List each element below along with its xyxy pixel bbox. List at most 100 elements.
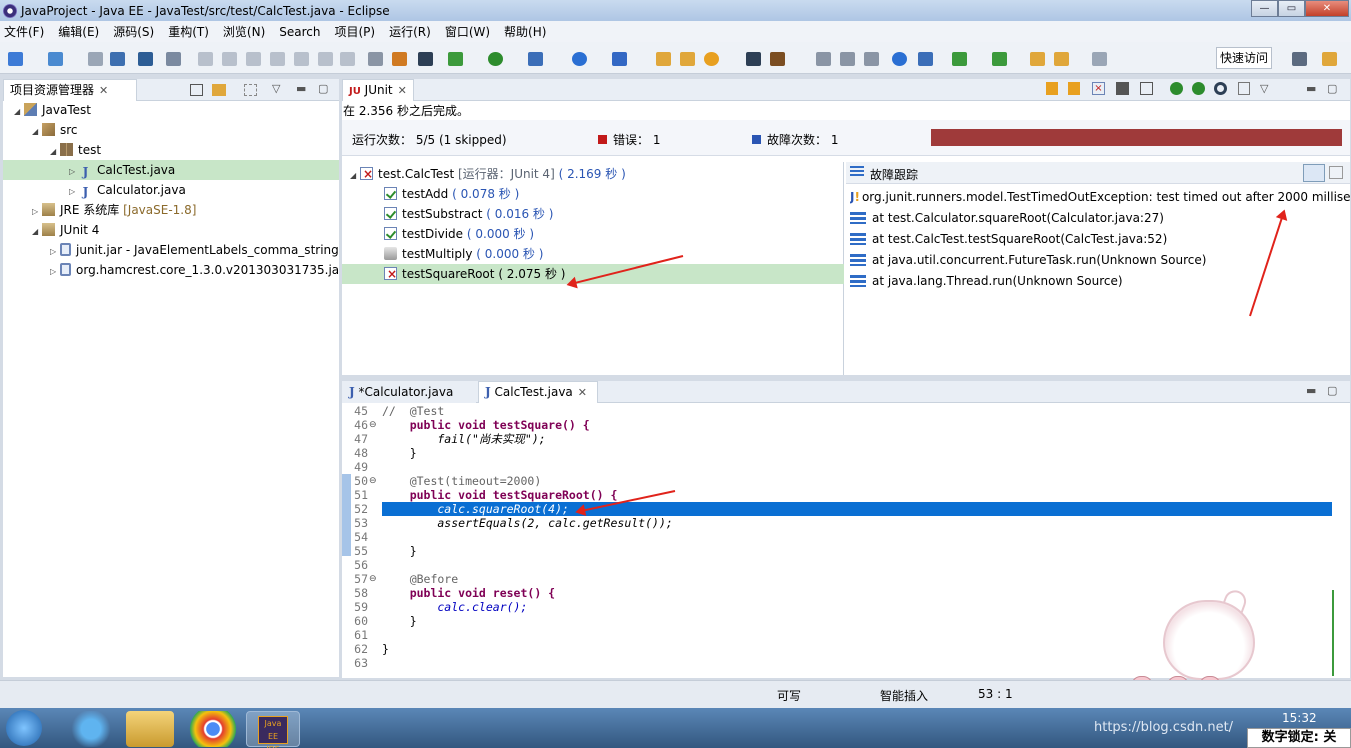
menu-navigate[interactable]: 浏览(N) [223, 23, 265, 40]
collapse-icon[interactable]: ◢ [14, 102, 24, 122]
save-icon[interactable] [88, 52, 103, 66]
code-line-highlighted[interactable]: 52 calc.squareRoot(4); [344, 502, 1334, 516]
tree-item-junit-jar[interactable]: ▷ junit.jar - JavaElementLabels_comma_str… [50, 240, 339, 260]
compare-results-icon[interactable] [1329, 166, 1343, 179]
trace-frame[interactable]: at java.util.concurrent.FutureTask.run(U… [850, 250, 1206, 270]
menu-edit[interactable]: 编辑(E) [58, 23, 99, 40]
open-task-icon[interactable] [680, 52, 695, 66]
link-editor-icon[interactable] [212, 84, 226, 96]
close-icon[interactable]: ✕ [578, 386, 587, 399]
maximize-view-icon[interactable]: ▢ [1327, 82, 1337, 95]
trace-frame[interactable]: at test.Calculator.squareRoot(Calculator… [850, 208, 1164, 228]
collapse-all-icon[interactable] [190, 84, 203, 96]
tab-project-explorer[interactable]: 项目资源管理器 ✕ [3, 79, 137, 101]
trace-exception[interactable]: J! org.junit.runners.model.TestTimedOutEx… [850, 187, 1350, 207]
disconnect-icon[interactable] [270, 52, 285, 66]
step-return-icon[interactable] [340, 52, 355, 66]
toggle-mark-icon[interactable] [746, 52, 761, 66]
resume-icon[interactable] [198, 52, 213, 66]
step-over-icon[interactable] [318, 52, 333, 66]
filter-stack-icon[interactable] [1303, 164, 1325, 182]
file-explorer-icon[interactable] [126, 711, 174, 747]
quick-access-field[interactable]: 快速访问 [1216, 47, 1272, 69]
terminal-icon[interactable] [138, 52, 153, 66]
share-icon[interactable] [918, 52, 933, 66]
code-line[interactable]: 47 fail("尚未实现"); [344, 432, 1334, 446]
test-item[interactable]: testAdd ( 0.078 秒 ) [384, 184, 519, 204]
code-line[interactable]: 54 [344, 530, 1334, 544]
focus-icon[interactable] [244, 84, 257, 96]
use-step-filters-icon[interactable] [392, 52, 407, 66]
new-server-icon[interactable] [612, 52, 627, 66]
show-failures-only-icon[interactable]: × [1092, 82, 1105, 95]
tree-item-junit4[interactable]: ◢ JUnit 4 [32, 220, 99, 240]
minimize-view-icon[interactable]: ▬ [1306, 82, 1316, 95]
trace-frame[interactable]: at java.lang.Thread.run(Unknown Source) [850, 271, 1123, 291]
new-web-icon[interactable] [572, 52, 587, 66]
last-edit-icon[interactable] [1030, 52, 1045, 66]
close-icon[interactable]: ✕ [99, 84, 108, 97]
stop-icon[interactable] [1214, 82, 1227, 95]
rerun-failed-icon[interactable] [1192, 82, 1205, 95]
tab-calctest-java[interactable]: J CalcTest.java ✕ [478, 381, 598, 403]
pen-icon[interactable] [770, 52, 785, 66]
start-button-icon[interactable] [6, 710, 42, 746]
code-line[interactable]: 45 // @Test [344, 404, 1334, 418]
test-item[interactable]: testDivide ( 0.000 秒 ) [384, 224, 534, 244]
fold-icon[interactable]: ⊖ [369, 420, 377, 430]
new-window-icon[interactable] [48, 52, 63, 66]
code-line[interactable]: 56 [344, 558, 1334, 572]
open-type-icon[interactable] [656, 52, 671, 66]
tab-junit[interactable]: JU JUnit ✕ [342, 79, 414, 101]
collapse-icon[interactable]: ◢ [32, 222, 42, 242]
code-line[interactable]: 48 } [344, 446, 1334, 460]
menu-refactor[interactable]: 重构(T) [168, 23, 209, 40]
test-item[interactable]: testSubstract ( 0.016 秒 ) [384, 204, 553, 224]
expand-icon[interactable]: ▷ [69, 182, 79, 202]
web-browser-icon[interactable] [892, 52, 907, 66]
expand-icon[interactable]: ▷ [50, 262, 60, 280]
search-icon[interactable] [704, 52, 719, 66]
open-console-icon[interactable] [418, 52, 433, 66]
tab-calculator-java[interactable]: J *Calculator.java [342, 381, 476, 403]
fold-icon[interactable]: ⊖ [369, 574, 377, 584]
word-wrap-icon[interactable] [816, 52, 831, 66]
expand-icon[interactable]: ▷ [32, 202, 42, 222]
skip-breakpoints-icon[interactable] [166, 52, 181, 66]
minimize-editor-icon[interactable]: ▬ [1306, 384, 1316, 397]
code-line[interactable]: 53 assertEquals(2, calc.getResult()); [344, 516, 1334, 530]
previous-failure-icon[interactable] [1068, 82, 1080, 95]
test-item-selected[interactable]: testSquareRoot ( 2.075 秒 ) [342, 264, 844, 284]
collapse-icon[interactable]: ◢ [350, 166, 360, 186]
step-into-icon[interactable] [294, 52, 309, 66]
chrome-icon[interactable] [186, 711, 240, 747]
tree-item-jre[interactable]: ▷ JRE 系统库 [JavaSE-1.8] [32, 200, 196, 220]
maximize-button[interactable]: ▭ [1278, 0, 1305, 17]
expand-icon[interactable]: ▷ [69, 162, 79, 182]
menu-file[interactable]: 文件(F) [4, 23, 44, 40]
debug-icon[interactable] [448, 52, 463, 66]
code-line[interactable]: 55 } [344, 544, 1334, 558]
eclipse-taskbar-icon[interactable]: Java EEIDE [246, 711, 300, 748]
tree-item-calculator[interactable]: ▷ J Calculator.java [69, 180, 186, 200]
code-line[interactable]: 50 @Test(timeout=2000) [344, 474, 1334, 488]
tree-item-javatest[interactable]: ◢ JavaTest [14, 100, 91, 120]
external-tools-icon[interactable] [528, 52, 543, 66]
block-select-icon[interactable] [840, 52, 855, 66]
internet-explorer-icon[interactable] [64, 711, 118, 747]
tree-item-calctest[interactable]: ▷ J CalcTest.java [3, 160, 339, 180]
suspend-icon[interactable] [222, 52, 237, 66]
new-icon[interactable] [8, 52, 23, 66]
trace-frame[interactable]: at test.CalcTest.testSquareRoot(CalcTest… [850, 229, 1167, 249]
code-line[interactable]: 46 public void testSquare() { [344, 418, 1334, 432]
tree-item-src[interactable]: ◢ src [32, 120, 78, 140]
view-menu-icon[interactable]: ▽ [1260, 82, 1268, 95]
annotation-next-icon[interactable] [952, 52, 967, 66]
open-perspective-icon[interactable] [1292, 52, 1307, 66]
code-line[interactable]: 57 @Before [344, 572, 1334, 586]
tree-item-test-package[interactable]: ◢ test [50, 140, 101, 160]
java-ee-perspective-icon[interactable] [1322, 52, 1337, 66]
menu-search[interactable]: Search [279, 25, 320, 39]
maximize-view-icon[interactable]: ▢ [318, 82, 328, 95]
expand-icon[interactable]: ▷ [50, 242, 60, 260]
